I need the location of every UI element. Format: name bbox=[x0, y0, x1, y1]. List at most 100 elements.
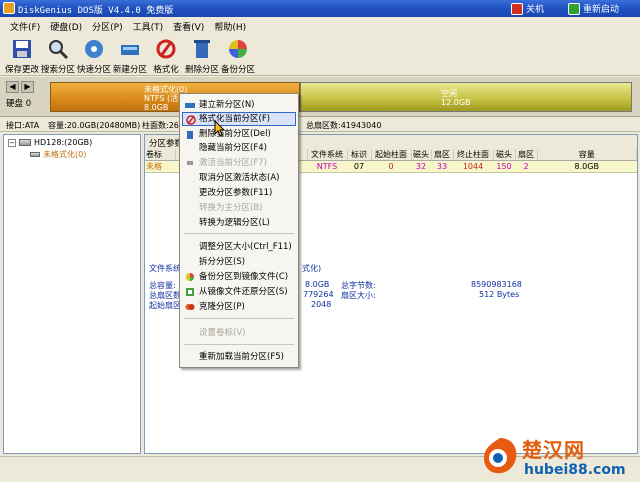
col-sector2[interactable]: 扇区 bbox=[515, 149, 538, 161]
menu-file[interactable]: 文件(F) bbox=[6, 18, 44, 33]
interface-text: 接口:ATA bbox=[6, 121, 40, 130]
menu-item-label: 取消分区激活状态(A) bbox=[199, 173, 280, 183]
menu-view[interactable]: 查看(V) bbox=[169, 18, 208, 33]
save-changes-label: 保存更改 bbox=[4, 65, 39, 75]
cell-sec2: 2 bbox=[515, 160, 537, 173]
menu-item-resize[interactable]: 调整分区大小(Ctrl_F11) bbox=[182, 240, 296, 254]
app-icon bbox=[3, 2, 15, 14]
cell-start-cyl: 0 bbox=[371, 160, 411, 173]
delete-partition-button[interactable]: 删除分区 bbox=[184, 34, 220, 76]
partition-icon bbox=[30, 152, 40, 157]
restart-label: 重新启动 bbox=[583, 5, 620, 15]
partition-context-menu: 建立新分区(N) 格式化当前分区(F) 删除当前分区(Del) 隐藏当前分区(F… bbox=[179, 93, 299, 368]
delete-partition-label: 删除分区 bbox=[184, 65, 219, 75]
new-partition-icon bbox=[121, 45, 139, 55]
format-label: 格式化 bbox=[153, 65, 179, 75]
restore-icon bbox=[186, 288, 194, 296]
col-id[interactable]: 标识 bbox=[347, 149, 372, 161]
menu-item-label: 克隆分区(P) bbox=[199, 302, 245, 312]
menu-item-to-logical[interactable]: 转换为逻辑分区(L) bbox=[182, 216, 296, 230]
menu-help[interactable]: 帮助(H) bbox=[210, 18, 250, 33]
menu-tools[interactable]: 工具(T) bbox=[129, 18, 168, 33]
format-icon bbox=[186, 115, 196, 125]
col-head2[interactable]: 磁头 bbox=[493, 149, 516, 161]
menu-item-label: 删除当前分区(Del) bbox=[199, 129, 271, 139]
menu-item-backup-image[interactable]: 备份分区到镜像文件(C) bbox=[182, 270, 296, 284]
search-partition-button[interactable]: 搜索分区 bbox=[40, 34, 76, 76]
tree-node-partition[interactable]: 未格式化(0) bbox=[30, 149, 86, 160]
next-disk-button[interactable]: ▶ bbox=[21, 81, 34, 93]
menu-item-change-params[interactable]: 更改分区参数(F11) bbox=[182, 186, 296, 200]
cell-fs: NTFS bbox=[307, 160, 347, 173]
menu-item-deactivate[interactable]: 取消分区激活状态(A) bbox=[182, 171, 296, 185]
menu-disk[interactable]: 硬盘(D) bbox=[46, 18, 86, 33]
menu-item-format-partition[interactable]: 格式化当前分区(F) bbox=[182, 112, 296, 126]
new-partition-button[interactable]: 新建分区 bbox=[112, 34, 148, 76]
col-sector1[interactable]: 扇区 bbox=[431, 149, 454, 161]
menu-item-new-partition[interactable]: 建立新分区(N) bbox=[182, 98, 296, 112]
menu-item-label: 重新加载当前分区(F5) bbox=[199, 352, 284, 362]
sector-size-label: 扇区大小: bbox=[341, 291, 376, 300]
quick-partition-button[interactable]: 快速分区 bbox=[76, 34, 112, 76]
capacity-text: 容量:20.0GB(20480MB) bbox=[48, 121, 141, 130]
cell-size: 8.0GB bbox=[537, 160, 637, 173]
tab-label: 分区参数 bbox=[149, 139, 184, 149]
total-bytes-value: 8590983168 bbox=[471, 280, 522, 289]
shutdown-label: 关机 bbox=[526, 5, 545, 15]
shutdown-button[interactable]: 关机 bbox=[511, 2, 544, 15]
disk-label: 硬盘 0 bbox=[6, 99, 32, 109]
menu-separator bbox=[184, 233, 294, 234]
col-end-cyl[interactable]: 终止柱面 bbox=[453, 149, 494, 161]
col-filesystem[interactable]: 文件系统 bbox=[307, 149, 348, 161]
power-icon bbox=[511, 2, 523, 15]
hard-disk-icon bbox=[19, 139, 31, 146]
col-size[interactable]: 容量 bbox=[537, 149, 637, 161]
tree-node-disk[interactable]: − HD128:(20GB) bbox=[8, 138, 92, 147]
disk-tree: − HD128:(20GB) 未格式化(0) bbox=[3, 134, 141, 454]
menu-item-restore-image[interactable]: 从镜像文件还原分区(S) bbox=[182, 285, 296, 299]
backup-partition-button[interactable]: 备份分区 bbox=[220, 34, 256, 76]
disk-nav: ◀ ▶ bbox=[6, 81, 34, 93]
menu-item-set-label: 设置卷标(V) bbox=[182, 326, 296, 340]
menu-item-clone[interactable]: 克隆分区(P) bbox=[182, 300, 296, 314]
new-partition-label: 新建分区 bbox=[112, 65, 147, 75]
col-label[interactable]: 卷标 bbox=[145, 149, 176, 161]
menu-item-label: 转换为逻辑分区(L) bbox=[199, 218, 270, 228]
fs-type-value: 式化) bbox=[302, 264, 322, 273]
restart-button[interactable]: 重新启动 bbox=[568, 2, 619, 15]
search-partition-label: 搜索分区 bbox=[40, 65, 75, 75]
menu-item-split[interactable]: 拆分分区(S) bbox=[182, 255, 296, 269]
menu-bar: 文件(F) 硬盘(D) 分区(P) 工具(T) 查看(V) 帮助(H) bbox=[0, 18, 640, 33]
menu-item-label: 转换为主分区(B) bbox=[199, 203, 263, 213]
format-button[interactable]: 格式化 bbox=[148, 34, 184, 76]
menu-partition[interactable]: 分区(P) bbox=[88, 18, 126, 33]
col-start-cyl[interactable]: 起始柱面 bbox=[371, 149, 412, 161]
menu-item-label: 格式化当前分区(F) bbox=[199, 114, 271, 124]
new-partition-icon bbox=[185, 103, 195, 108]
cell-label: 未格 bbox=[145, 160, 175, 173]
tree-disk-label: HD128:(20GB) bbox=[34, 138, 93, 147]
backup-partition-label: 备份分区 bbox=[220, 65, 255, 75]
free-space-name: 空闲 bbox=[441, 89, 457, 98]
title-bar: DiskGenius DOS版 V4.4.0 免费版 关机 重新启动 bbox=[0, 0, 640, 17]
prev-disk-button[interactable]: ◀ bbox=[6, 81, 19, 93]
mouse-cursor-icon bbox=[214, 120, 226, 137]
watermark-url: hubei88.com bbox=[524, 462, 626, 478]
menu-item-hide-partition[interactable]: 隐藏当前分区(F4) bbox=[182, 141, 296, 155]
disk-info-line: 接口:ATA 容量:20.0GB(20480MB) 柱面数:26 总扇区数:41… bbox=[0, 118, 640, 132]
menu-item-delete-partition[interactable]: 删除当前分区(Del) bbox=[182, 127, 296, 141]
partition-block-free[interactable]: 空闲 12.0GB bbox=[300, 82, 632, 112]
menu-item-label: 隐藏当前分区(F4) bbox=[199, 143, 267, 153]
collapse-icon[interactable]: − bbox=[8, 138, 16, 147]
menu-item-reload[interactable]: 重新加载当前分区(F5) bbox=[182, 350, 296, 364]
trash-icon bbox=[194, 40, 210, 58]
window-title: DiskGenius DOS版 V4.4.0 免费版 bbox=[18, 6, 174, 16]
quick-partition-label: 快速分区 bbox=[76, 65, 111, 75]
save-changes-button[interactable]: 保存更改 bbox=[4, 34, 40, 76]
cell-end-cyl: 1044 bbox=[453, 160, 493, 173]
watermark-text: 楚汉网 bbox=[522, 438, 585, 462]
toolbar: 保存更改 搜索分区 快速分区 新建分区 格式化 删除分区 备份分区 bbox=[0, 34, 640, 76]
free-space-size: 12.0GB bbox=[441, 98, 471, 107]
start-sector-value: 2048 bbox=[311, 300, 332, 309]
col-head1[interactable]: 磁头 bbox=[411, 149, 432, 161]
